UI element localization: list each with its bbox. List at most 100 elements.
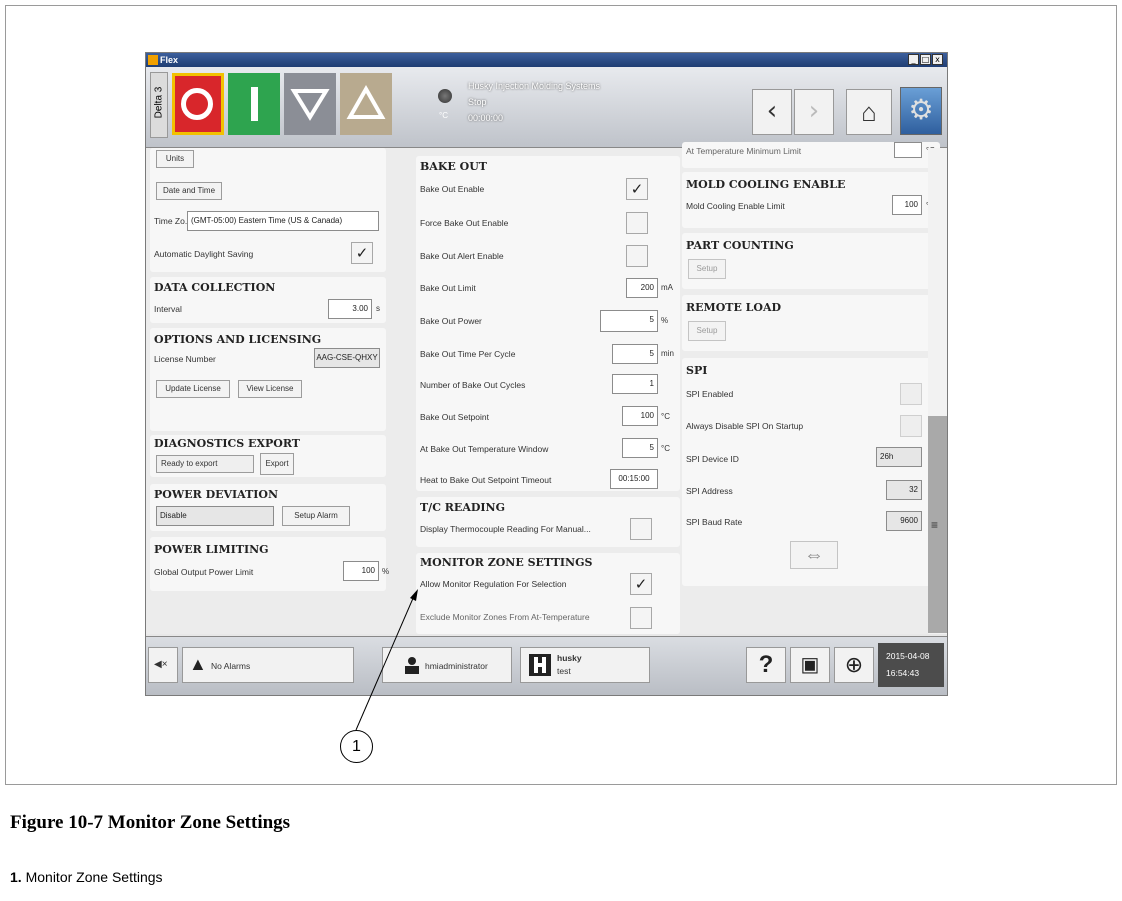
interval-label: Interval [154, 304, 182, 314]
spi-baud-rate-label: SPI Baud Rate [686, 517, 743, 527]
vertical-scrollbar[interactable]: ≡ [928, 148, 947, 634]
dst-checkbox[interactable]: ✓ [351, 242, 373, 264]
force-bake-out-checkbox[interactable] [626, 212, 648, 234]
language-button[interactable]: ⊕ [834, 647, 874, 683]
mold-cooling-panel: MOLD COOLING ENABLE Mold Cooling Enable … [682, 172, 940, 228]
spi-disable-startup-checkbox[interactable] [900, 415, 922, 437]
start-button[interactable] [228, 73, 280, 135]
export-button[interactable]: Export [260, 453, 294, 475]
bake-out-enable-checkbox[interactable]: ✓ [626, 178, 648, 200]
diagnostics-export-panel: DIAGNOSTICS EXPORT Ready to export Expor… [150, 435, 386, 477]
spi-enabled-label: SPI Enabled [686, 389, 734, 399]
lower-button[interactable] [284, 73, 336, 135]
mold-cooling-limit-label: Mold Cooling Enable Limit [686, 201, 785, 211]
monitor-zone-settings-title: MONITOR ZONE SETTINGS [420, 556, 593, 569]
settings-content: Units Date and Time Time Zo... (GMT-05:0… [146, 142, 947, 634]
home-icon: ⌂ [861, 97, 877, 127]
tc-reading-checkbox[interactable] [630, 518, 652, 540]
machine-tab[interactable]: Delta 3 [150, 72, 168, 138]
temperature-unit: °C [439, 111, 448, 120]
window-titlebar: Flex _ □ x [146, 53, 947, 67]
back-button[interactable]: ‹ [752, 89, 792, 135]
global-power-limit-input[interactable]: 100 [343, 561, 379, 581]
mold-icon [529, 654, 551, 676]
legend-text: Monitor Zone Settings [25, 869, 163, 885]
machine-header: Delta 3 °C Husky Injection Molding Syste… [146, 67, 947, 148]
bake-out-cycles-input[interactable]: 1 [612, 374, 658, 394]
interval-input[interactable]: 3.00 [328, 299, 372, 319]
callout-1: 1 [340, 730, 373, 763]
user-icon [405, 657, 419, 674]
license-number-field: AAG-CSE-QHXY [314, 348, 380, 368]
spi-disable-startup-label: Always Disable SPI On Startup [686, 421, 804, 431]
monitor-zone-settings-panel: MONITOR ZONE SETTINGS Allow Monitor Regu… [416, 553, 680, 634]
bake-out-alert-label: Bake Out Alert Enable [420, 251, 504, 261]
forward-button[interactable]: › [794, 89, 834, 135]
bake-out-limit-label: Bake Out Limit [420, 283, 476, 293]
help-icon: ? [758, 651, 774, 678]
allow-monitor-regulation-label: Allow Monitor Regulation For Selection [420, 579, 567, 589]
spi-device-id-field[interactable]: 26h [876, 447, 922, 467]
restore-button[interactable]: □ [920, 54, 931, 65]
flex-window: Flex _ □ x Delta 3 °C Husky Injection Mo… [145, 52, 948, 696]
legend-number: 1. [10, 869, 22, 885]
bake-out-window-label: At Bake Out Temperature Window [420, 444, 549, 454]
home-button[interactable]: ⌂ [846, 89, 892, 135]
mold-cooling-limit-input[interactable]: 100 [892, 195, 922, 215]
gear-icon: ⚙ [908, 94, 934, 125]
minimize-button[interactable]: _ [908, 54, 919, 65]
bake-out-setpoint-label: Bake Out Setpoint [420, 412, 489, 422]
bake-out-alert-checkbox[interactable] [626, 245, 648, 267]
bake-out-timeout-label: Heat to Bake Out Setpoint Timeout [420, 475, 552, 485]
alarms-button[interactable]: ▲ No Alarms [182, 647, 354, 683]
options-licensing-title: OPTIONS AND LICENSING [154, 333, 322, 346]
stop-button[interactable] [172, 73, 224, 135]
mute-button[interactable]: ◀× [148, 647, 178, 683]
setup-alarm-button[interactable]: Setup Alarm [282, 506, 350, 526]
bake-out-window-input[interactable]: 5 [622, 438, 658, 458]
clock-display: 2015-04-08 16:54:43 [878, 643, 944, 687]
spi-title: SPI [686, 364, 708, 377]
part-counting-setup-button[interactable]: Setup [688, 259, 726, 279]
settings-button[interactable]: ⚙ [900, 87, 942, 135]
exclude-monitor-zones-checkbox[interactable] [630, 607, 652, 629]
exclude-monitor-zones-label: Exclude Monitor Zones From At-Temperatur… [420, 612, 590, 622]
spi-address-field[interactable]: 32 [886, 480, 922, 500]
dst-label: Automatic Daylight Saving [154, 249, 254, 259]
license-number-label: License Number [154, 354, 216, 364]
spi-panel: SPI SPI Enabled Always Disable SPI On St… [682, 358, 940, 586]
screenshot-button[interactable]: ▣ [790, 647, 830, 683]
at-temperature-input[interactable] [894, 142, 922, 158]
date-time-button[interactable]: Date and Time [156, 182, 222, 200]
update-license-button[interactable]: Update License [156, 380, 230, 398]
bake-out-setpoint-input[interactable]: 100 [622, 406, 658, 426]
triangle-down-icon [290, 89, 330, 121]
spi-test-button[interactable]: ⇔ [790, 541, 838, 569]
cycle-timer: 00:00:00 [468, 113, 504, 123]
help-button[interactable]: ? [746, 647, 786, 683]
power-deviation-panel: POWER DEVIATION Disable Setup Alarm [150, 484, 386, 531]
machine-tab-label: Delta 3 [153, 86, 165, 119]
company-name: Husky Injection Molding Systems [468, 81, 601, 91]
spi-baud-rate-field[interactable]: 9600 [886, 511, 922, 531]
view-license-button[interactable]: View License [238, 380, 302, 398]
part-counting-panel: PART COUNTING Setup [682, 233, 940, 289]
remote-load-setup-button[interactable]: Setup [688, 321, 726, 341]
bake-out-power-input[interactable]: 5 [600, 310, 658, 332]
timezone-field[interactable]: (GMT-05:00) Eastern Time (US & Canada) [187, 211, 379, 231]
user-button[interactable]: hmiadministrator [382, 647, 512, 683]
bake-out-time-input[interactable]: 5 [612, 344, 658, 364]
bake-out-time-label: Bake Out Time Per Cycle [420, 349, 516, 359]
spi-enabled-checkbox[interactable] [900, 383, 922, 405]
figure-caption: Figure 10-7 Monitor Zone Settings [10, 812, 291, 833]
machine-state: Stop [468, 97, 487, 107]
bake-out-limit-input[interactable]: 200 [626, 278, 658, 298]
bake-out-timeout-input[interactable]: 00:15:00 [610, 469, 658, 489]
data-collection-panel: DATA COLLECTION Interval 3.00 s [150, 277, 386, 323]
raise-button[interactable] [340, 73, 392, 135]
close-button[interactable]: x [932, 54, 943, 65]
mold-button[interactable]: husky test [520, 647, 650, 683]
mold-cooling-title: MOLD COOLING ENABLE [686, 178, 846, 191]
allow-monitor-regulation-checkbox[interactable]: ✓ [630, 573, 652, 595]
units-button[interactable]: Units [156, 150, 194, 168]
